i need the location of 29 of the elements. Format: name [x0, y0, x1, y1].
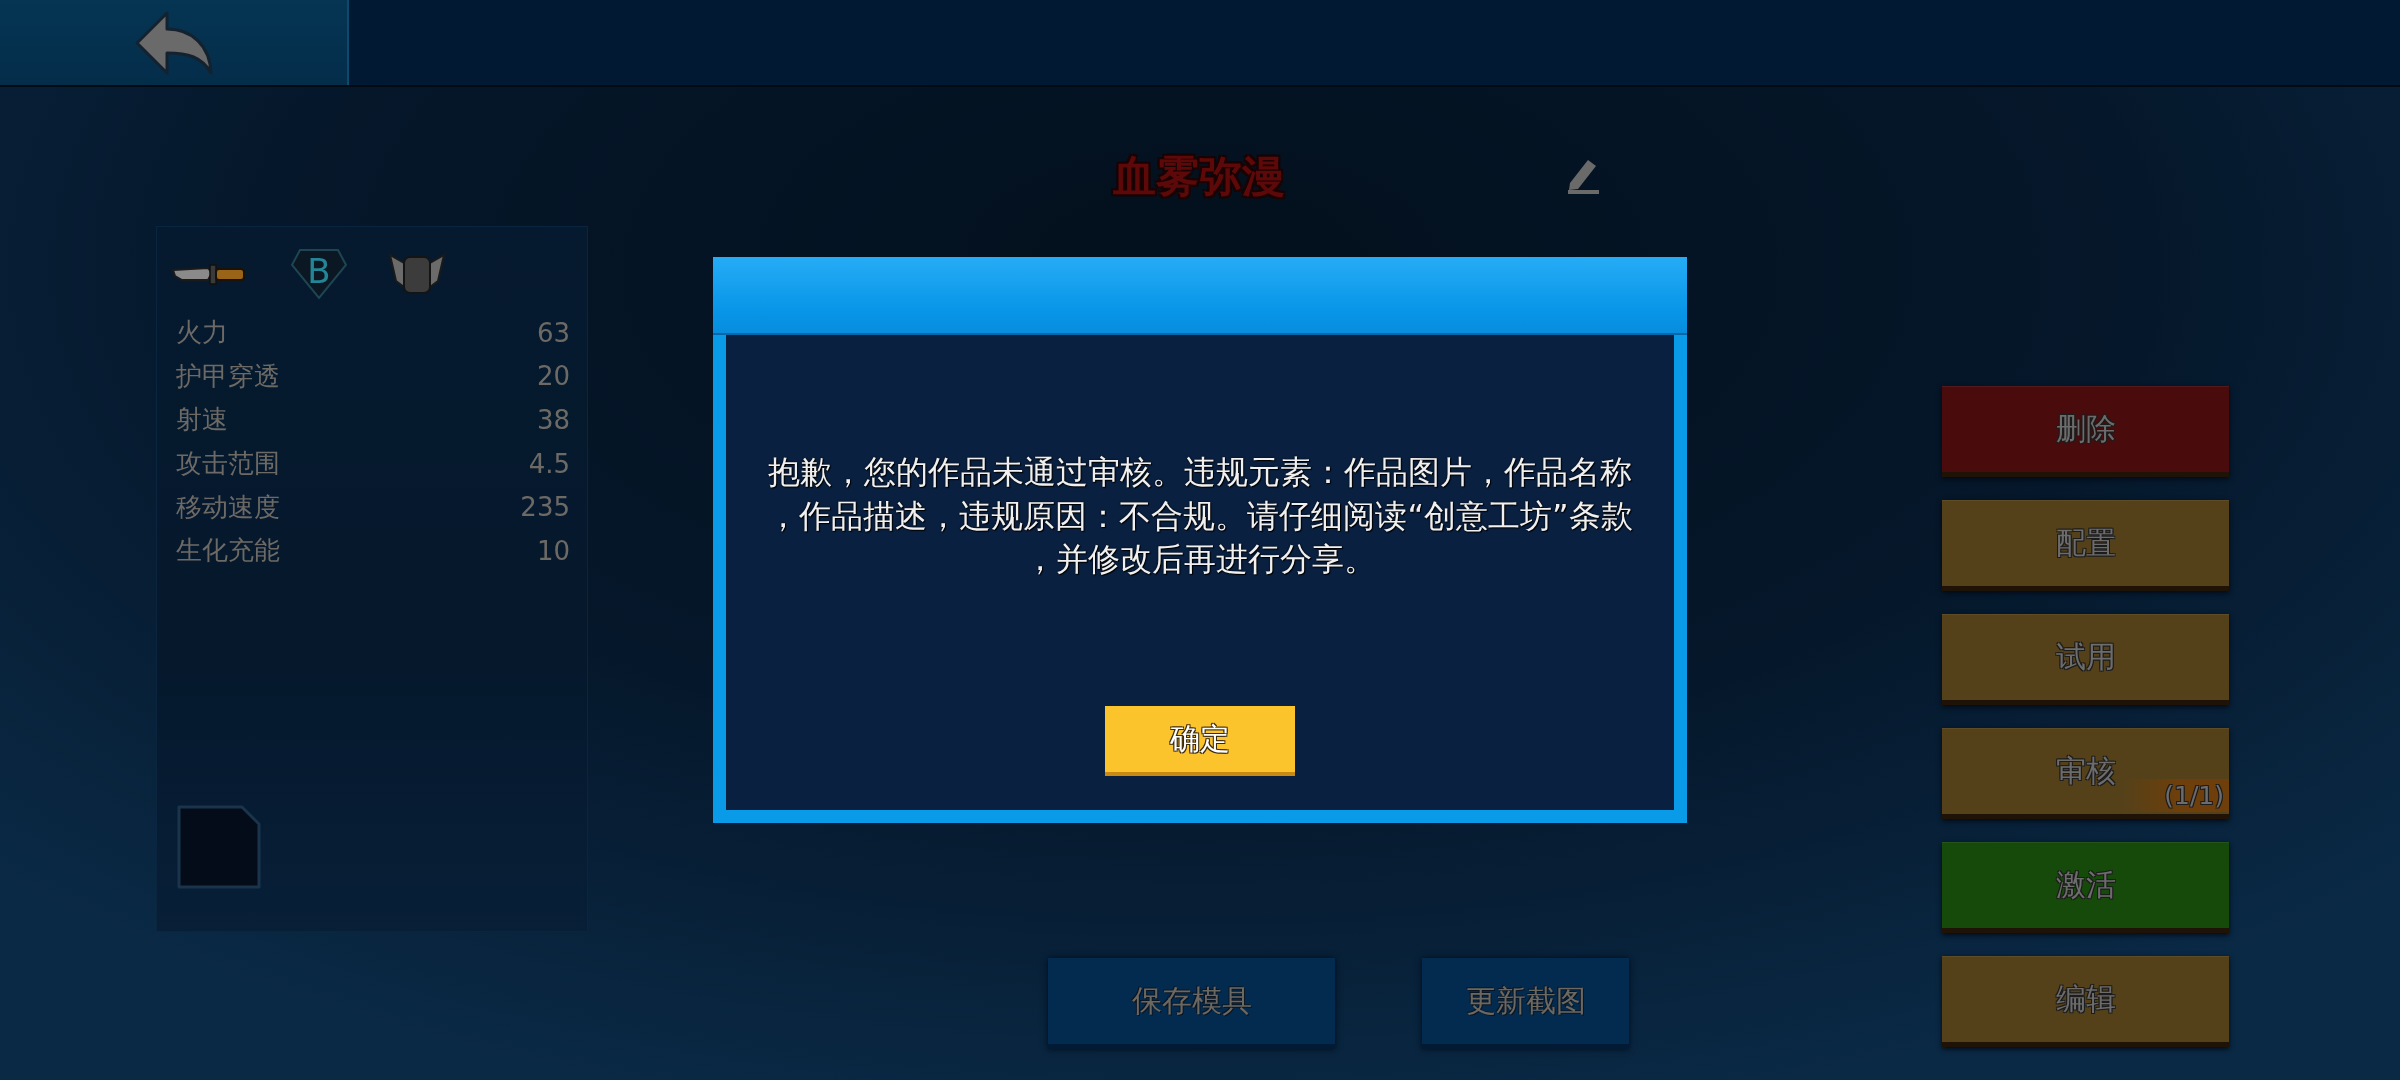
stat-label: 护甲穿透	[176, 359, 280, 393]
stat-value: 235	[520, 492, 570, 523]
stat-value: 20	[536, 361, 570, 392]
action-button[interactable]: 审核 (1/1)	[1942, 728, 2229, 819]
back-arrow-icon	[133, 9, 214, 76]
confirm-button[interactable]: 确定	[1105, 706, 1295, 776]
stat-value: 38	[536, 405, 570, 435]
document-icon	[176, 804, 262, 890]
action-button[interactable]: 保存模具	[1048, 958, 1335, 1049]
stat-label: 攻击范围	[176, 447, 280, 481]
dialog-message: 抱歉，您的作品未通过审核。违规元素：作品图片，作品名称，作品描述，违规原因：不合规。请仔细阅读“创意工坊”条款，并修改后再进行分享。	[766, 452, 1634, 581]
action-button[interactable]: 激活	[1942, 842, 2229, 933]
stat-value: 4.5	[528, 448, 570, 479]
stat-value: 63	[536, 317, 570, 348]
stat-label: 移动速度	[176, 490, 280, 524]
action-button[interactable]: 配置	[1942, 500, 2229, 591]
stat-label: 火力	[176, 316, 228, 350]
page-title: 血雾弥漫	[1113, 150, 1285, 202]
stat-value: 10	[536, 535, 570, 566]
action-button[interactable]: 更新截图	[1422, 958, 1629, 1049]
action-button[interactable]: 试用	[1942, 614, 2229, 705]
stat-label: 射速	[176, 403, 228, 437]
grade-badge: B	[290, 248, 348, 300]
knife-icon	[172, 261, 246, 287]
back-button[interactable]	[0, 0, 349, 85]
action-button[interactable]: 编辑	[1942, 956, 2229, 1047]
pencil-icon[interactable]	[1566, 157, 1600, 195]
action-button[interactable]: 删除	[1942, 386, 2229, 477]
stat-label: 生化充能	[176, 534, 280, 568]
